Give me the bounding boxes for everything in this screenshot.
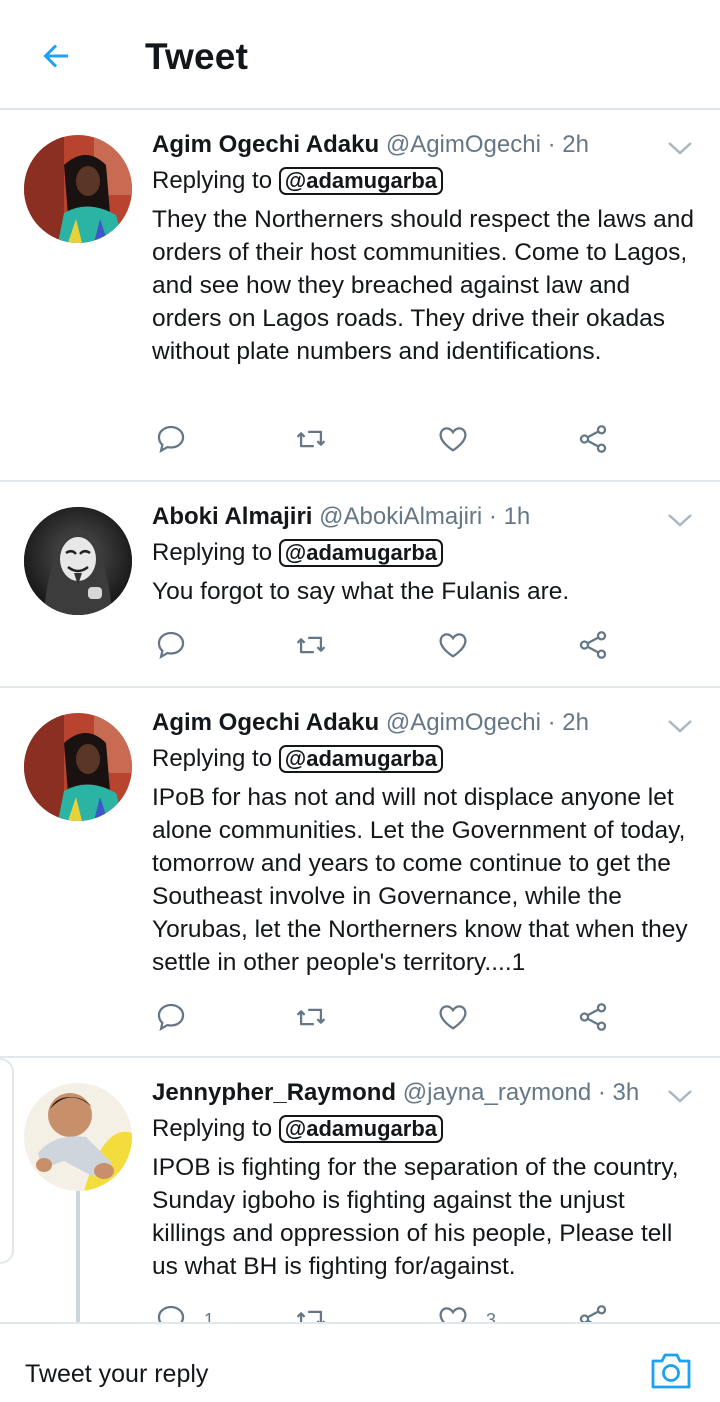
avatar[interactable] (24, 135, 132, 243)
avatar[interactable] (24, 507, 132, 615)
chevron-down-icon[interactable] (666, 1086, 694, 1106)
reply-feed[interactable]: Agim Ogechi Adaku @AgimOgechi · 2h Reply… (0, 110, 720, 1322)
tweet-actions (152, 628, 622, 668)
comment-icon (157, 425, 185, 454)
reply-input[interactable]: Tweet your reply (25, 1360, 208, 1389)
tweet-actions (152, 422, 622, 462)
author-handle[interactable]: @AgimOgechi (386, 709, 541, 736)
camera-icon (651, 1353, 691, 1389)
reply-button[interactable] (154, 1302, 190, 1322)
author-handle[interactable]: @AbokiAlmajiri (319, 503, 482, 530)
tweet[interactable]: Agim Ogechi Adaku @AgimOgechi · 2h Reply… (0, 110, 720, 482)
timestamp: · 3h (597, 1079, 640, 1106)
tweet-text: IPoB for has not and will not displace a… (152, 784, 688, 976)
share-button[interactable] (576, 422, 612, 458)
mention-link[interactable]: @adamugarba (278, 1115, 444, 1143)
author-name[interactable]: Agim Ogechi Adaku (152, 709, 379, 736)
retweet-icon (296, 1008, 326, 1026)
replying-label: Replying to (152, 167, 273, 194)
share-button[interactable] (576, 1000, 612, 1036)
like-button[interactable] (436, 1000, 472, 1036)
comment-icon (157, 1003, 185, 1032)
tweet[interactable]: Jennypher_Raymond @jayna_raymond · 3h Re… (0, 1058, 720, 1322)
chevron-down-icon[interactable] (666, 716, 694, 736)
heart-icon (439, 633, 467, 658)
reply-button[interactable] (154, 422, 190, 458)
arrow-left-icon (43, 44, 68, 68)
like-count: 3 (486, 1310, 497, 1322)
retweet-button[interactable] (294, 1000, 330, 1036)
reply-composer[interactable]: Tweet your reply (0, 1322, 720, 1402)
heart-icon (439, 427, 467, 452)
heart-icon (439, 1307, 467, 1322)
retweet-button[interactable] (294, 1302, 330, 1322)
retweet-icon (296, 1310, 326, 1322)
chevron-down-icon[interactable] (666, 510, 694, 530)
tweet[interactable]: Aboki Almajiri @AbokiAlmajiri · 1h Reply… (0, 482, 720, 688)
tweet-text: IPOB is fighting for the separation of t… (152, 1154, 679, 1280)
share-icon (579, 1305, 607, 1322)
author-name[interactable]: Aboki Almajiri (152, 503, 312, 530)
reply-button[interactable] (154, 628, 190, 664)
avatar[interactable] (24, 1083, 132, 1191)
retweet-button[interactable] (294, 422, 330, 458)
page-title: Tweet (145, 36, 249, 77)
heart-icon (439, 1005, 467, 1030)
back-button[interactable] (34, 34, 78, 78)
tweet-actions: 1 3 (152, 1302, 622, 1322)
thread-line (76, 1190, 80, 1322)
share-button[interactable] (576, 628, 612, 664)
tweet-text: They the Northerners should respect the … (152, 206, 695, 365)
chevron-down-icon[interactable] (666, 138, 694, 158)
mention-link[interactable]: @adamugarba (278, 745, 444, 773)
replying-label: Replying to (152, 539, 273, 566)
author-name[interactable]: Jennypher_Raymond (152, 1079, 396, 1106)
reply-count: 1 (204, 1310, 215, 1322)
retweet-button[interactable] (294, 628, 330, 664)
author-handle[interactable]: @jayna_raymond (403, 1079, 591, 1106)
avatar[interactable] (24, 713, 132, 821)
retweet-icon (296, 636, 326, 654)
comment-icon (157, 631, 185, 660)
comment-icon (157, 1305, 185, 1322)
top-app-bar: Tweet (0, 0, 720, 110)
like-button[interactable] (436, 628, 472, 664)
tweet-actions (152, 1000, 622, 1040)
mention-link[interactable]: @adamugarba (278, 167, 444, 195)
author-handle[interactable]: @AgimOgechi (386, 131, 541, 158)
like-button[interactable] (436, 1302, 472, 1322)
like-button[interactable] (436, 422, 472, 458)
timestamp: · 1h (488, 503, 531, 530)
reply-button[interactable] (154, 1000, 190, 1036)
retweet-icon (296, 430, 326, 448)
camera-button[interactable] (650, 1352, 692, 1390)
share-icon (579, 1003, 607, 1031)
replying-label: Replying to (152, 1115, 273, 1142)
edge-panel-handle[interactable] (0, 1058, 14, 1264)
mention-link[interactable]: @adamugarba (278, 539, 444, 567)
share-icon (579, 425, 607, 453)
share-icon (579, 631, 607, 659)
replying-label: Replying to (152, 745, 273, 772)
tweet-text: You forgot to say what the Fulanis are. (152, 578, 570, 605)
tweet[interactable]: Agim Ogechi Adaku @AgimOgechi · 2h Reply… (0, 688, 720, 1058)
share-button[interactable] (576, 1302, 612, 1322)
timestamp: · 2h (547, 709, 589, 736)
author-name[interactable]: Agim Ogechi Adaku (152, 131, 379, 158)
timestamp: · 2h (547, 131, 589, 158)
